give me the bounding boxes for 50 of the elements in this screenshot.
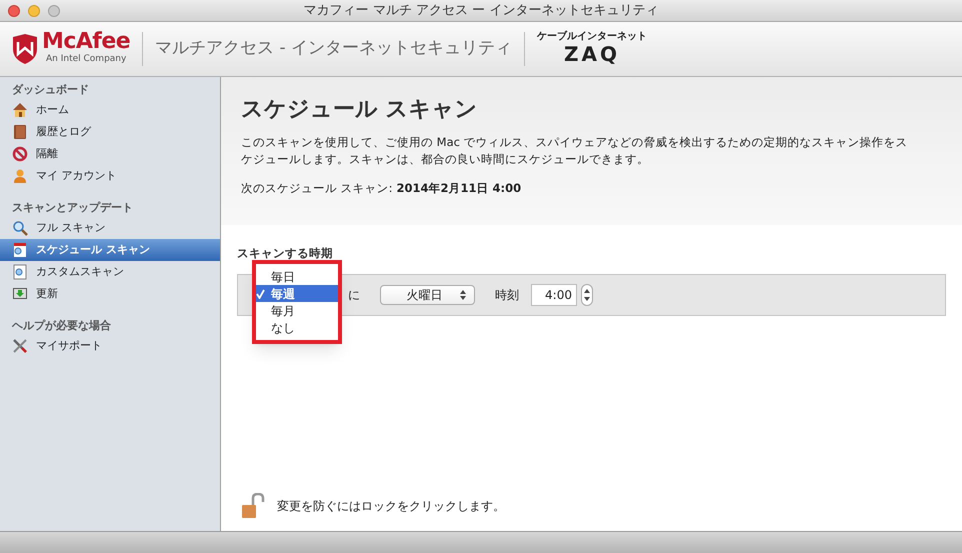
menu-item[interactable]: 毎日 bbox=[256, 268, 338, 285]
window-title: マカフィー マルチ アクセス ー インターネットセキュリティ bbox=[302, 2, 660, 20]
magnifier-icon bbox=[12, 220, 28, 236]
close-button[interactable] bbox=[8, 4, 20, 16]
day-select[interactable]: 火曜日 bbox=[380, 285, 475, 306]
prohibited-icon bbox=[12, 146, 28, 162]
person-icon bbox=[12, 168, 28, 184]
partner-caption: ケーブルインターネット bbox=[537, 32, 648, 42]
minimize-button[interactable] bbox=[28, 4, 40, 16]
product-name: マルチアクセス - インターネットセキュリティ bbox=[155, 37, 512, 60]
time-field[interactable]: 4:00 bbox=[531, 284, 577, 306]
partner-logo-text: ZAQ bbox=[564, 42, 620, 66]
menu-item[interactable]: なし bbox=[256, 319, 338, 336]
calendar-icon bbox=[12, 242, 28, 258]
sidebar-item[interactable]: 更新 bbox=[0, 283, 220, 305]
menu-item[interactable]: 毎月 bbox=[256, 302, 338, 319]
section-label: スキャンする時期 bbox=[237, 245, 334, 262]
sidebar-heading: ヘルプが必要な場合 bbox=[10, 318, 112, 334]
zoom-button[interactable] bbox=[48, 4, 60, 16]
sidebar-item[interactable]: カスタムスキャン bbox=[0, 261, 220, 283]
lock-hint-text: 変更を防ぐにはロックをクリックします。 bbox=[277, 498, 505, 515]
page-title: スケジュール スキャン bbox=[241, 96, 479, 124]
next-scan-label: 次のスケジュール スキャン: bbox=[241, 180, 393, 197]
menu-item[interactable]: 毎週 bbox=[256, 285, 338, 302]
book-icon bbox=[12, 124, 28, 140]
sidebar-item[interactable]: スケジュール スキャン bbox=[0, 239, 220, 261]
tools-icon bbox=[12, 338, 28, 354]
updown-icon bbox=[584, 289, 590, 302]
updown-icon bbox=[460, 290, 466, 300]
time-stepper[interactable] bbox=[581, 284, 593, 306]
sidebar-heading: スキャンとアップデート bbox=[11, 200, 134, 216]
download-icon bbox=[12, 286, 28, 302]
on-label: に bbox=[348, 287, 360, 304]
checkmark-icon bbox=[256, 288, 265, 298]
description-text: このスキャンを使用して、ご使用の Mac でウィルス、スパイウェアなどの脅威を検出するための定期的なスキャン操作をスケジュールします。スキャンは、都合の良い時間にスケジュールできます。 bbox=[241, 134, 909, 168]
sidebar-item[interactable]: ホーム bbox=[0, 99, 220, 121]
house-icon bbox=[12, 102, 28, 118]
sidebar-item[interactable]: マイサポート bbox=[0, 335, 220, 357]
padlock-icon[interactable] bbox=[241, 493, 265, 519]
sidebar-item[interactable]: 履歴とログ bbox=[0, 121, 220, 143]
brand-tagline: An Intel Company bbox=[46, 53, 128, 66]
time-label: 時刻 bbox=[495, 287, 519, 304]
next-scan-value: 2014年2月11日 4:00 bbox=[396, 180, 522, 197]
brand-logo-text: McAfee bbox=[42, 31, 130, 54]
document-magnifier-icon bbox=[12, 264, 28, 280]
shield-icon bbox=[12, 34, 38, 64]
sidebar-heading: ダッシュボード bbox=[11, 82, 90, 98]
sidebar-item[interactable]: フル スキャン bbox=[0, 217, 220, 239]
sidebar-item[interactable]: マイ アカウント bbox=[0, 165, 220, 187]
sidebar-item[interactable]: 隔離 bbox=[0, 143, 220, 165]
